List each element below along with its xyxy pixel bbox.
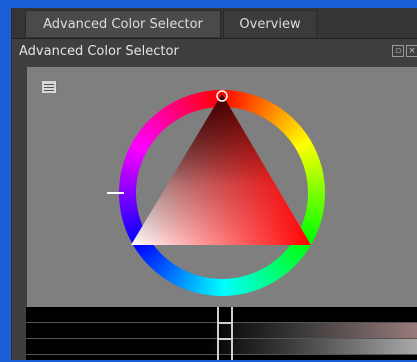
tab-advanced-color-selector[interactable]: Advanced Color Selector (25, 10, 221, 37)
hue-ring-segment (307, 192, 325, 197)
tab-overview[interactable]: Overview (223, 10, 317, 37)
tab-bar: Advanced Color Selector Overview (12, 8, 417, 39)
color-wheel-svg[interactable] (27, 67, 417, 307)
color-selector-canvas (27, 67, 417, 307)
bar-slider-divider-2 (217, 338, 233, 340)
close-docker-icon[interactable]: × (406, 45, 417, 57)
docker-title: Advanced Color Selector (19, 44, 179, 59)
tab-overview-label: Overview (239, 17, 301, 32)
bar-slider-divider-1 (217, 322, 233, 324)
float-docker-icon[interactable]: ▫ (392, 45, 404, 57)
color-history-bars[interactable] (26, 307, 417, 360)
bar-slider-handle[interactable] (217, 307, 233, 360)
docker-title-bar: Advanced Color Selector ▫ × (12, 39, 417, 67)
tab-advanced-color-selector-label: Advanced Color Selector (43, 17, 203, 32)
advanced-color-selector-docker: Advanced Color Selector Overview Advance… (11, 8, 417, 360)
